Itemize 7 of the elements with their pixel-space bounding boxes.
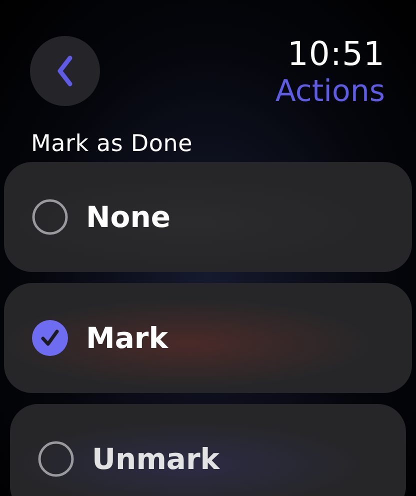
option-row[interactable]: None (4, 162, 412, 272)
option-row[interactable]: Unmark (10, 404, 406, 496)
clock-time: 10:51 (287, 36, 385, 72)
page-title: Actions (275, 74, 385, 110)
section-title: Mark as Done (31, 131, 193, 157)
back-icon (56, 55, 74, 87)
option-row[interactable]: Mark (4, 283, 412, 393)
